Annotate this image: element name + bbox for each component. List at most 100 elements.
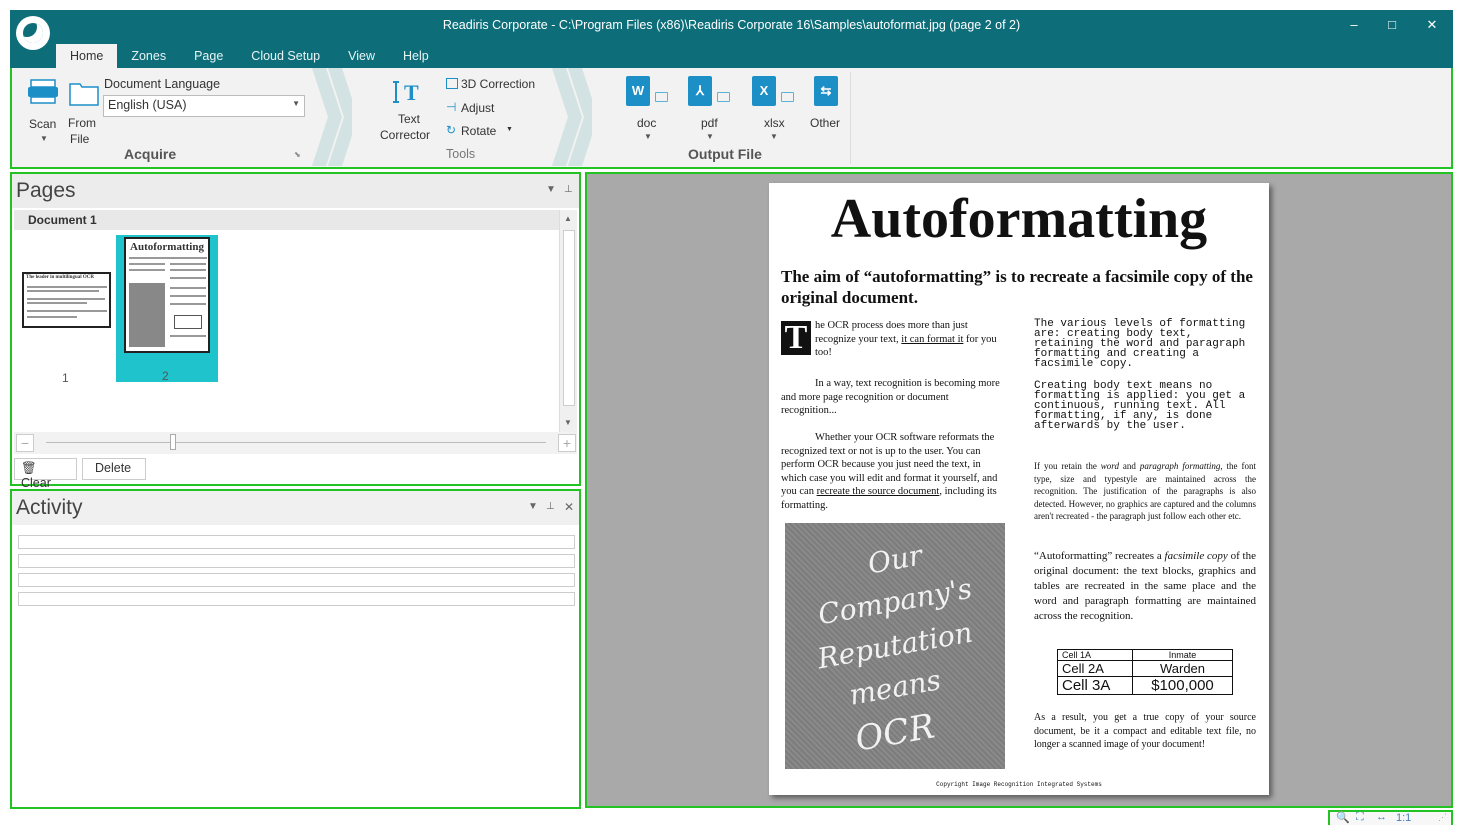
tab-home[interactable]: Home <box>56 44 118 68</box>
xlsx-dropdown-icon: ▼ <box>770 132 778 141</box>
activity-panel-header: Activity ▼ ⊥ ✕ <box>12 491 579 525</box>
thumbnail-title: The leader in multilingual OCR <box>26 275 94 280</box>
activity-row <box>18 573 575 587</box>
close-button[interactable]: ✕ <box>1418 14 1446 36</box>
zoom-out-button[interactable]: − <box>16 434 34 452</box>
activity-panel-title: Activity <box>16 496 83 519</box>
document-page[interactable]: Autoformatting The aim of “autoformattin… <box>769 183 1269 795</box>
thumbnail-photo <box>129 283 165 347</box>
maximize-button[interactable]: □ <box>1378 14 1406 36</box>
thumbnail-text-line <box>170 287 206 289</box>
column-2-para-4: “Autoformatting” recreates a facsimile c… <box>1034 549 1256 624</box>
pin-icon[interactable]: ⊥ <box>564 184 573 195</box>
minimize-button[interactable]: ‒ <box>1340 14 1368 36</box>
activity-panel: Activity ▼ ⊥ ✕ <box>10 489 581 809</box>
panel-menu-icon[interactable]: ▼ <box>546 184 556 195</box>
page-thumbnail-2-selected[interactable]: Autoformatting 2 <box>116 235 218 383</box>
column-2-para-3: If you retain the word and paragraph for… <box>1034 460 1256 523</box>
folder-icon <box>655 92 668 102</box>
scan-button[interactable]: Scan ▼ <box>24 74 62 144</box>
scroll-up-icon[interactable]: ▲ <box>564 214 572 223</box>
thumbnail-text-line <box>27 316 77 318</box>
trash-icon: 🗑 <box>21 461 37 475</box>
document-group-row[interactable]: Document 1 <box>14 210 559 230</box>
column-2-para-5: As a result, you get a true copy of your… <box>1034 712 1256 750</box>
3d-correction-button[interactable]: 3D Correction <box>444 76 554 94</box>
tab-zones[interactable]: Zones <box>117 44 180 68</box>
pin-icon[interactable]: ⊥ <box>546 501 555 512</box>
text-corrector-button[interactable]: T Text Corrector <box>380 76 440 144</box>
language-select[interactable]: English (USA) ▼ <box>103 95 305 117</box>
scanner-icon <box>28 79 58 104</box>
text-corrector-icon: T <box>393 80 419 105</box>
pages-panel-header: Pages ▼ ⊥ <box>12 174 579 208</box>
copyright-line: Copyright Image Recognition Integrated S… <box>936 781 1102 788</box>
para-text: If you retain the <box>1034 461 1101 471</box>
panel-menu-icon[interactable]: ▼ <box>528 501 538 512</box>
para-link: it can format it <box>901 333 964 345</box>
thumbnail-text-line <box>129 257 207 259</box>
thumbnail-size-slider: − + <box>14 432 577 454</box>
thumbnail-text-line <box>129 269 165 271</box>
delete-button[interactable]: Delete <box>82 458 146 480</box>
adjust-button[interactable]: ⊣ Adjust <box>444 100 524 118</box>
column-2-para-2: Creating body text means no formatting i… <box>1034 380 1246 432</box>
thumbnail-text-line <box>27 310 107 312</box>
ribbon: Scan ▼ From File Document Language Engli… <box>10 68 1453 169</box>
tools-group-label: Tools <box>446 147 476 161</box>
rotate-button[interactable]: ↻ Rotate ▼ <box>444 123 524 141</box>
thumbnail-text-line <box>27 302 87 304</box>
pages-scrollbar[interactable]: ▲ ▼ <box>559 210 577 432</box>
dialog-launcher-icon[interactable]: ⬊ <box>294 150 301 159</box>
tab-page[interactable]: Page <box>180 44 237 68</box>
language-value: English (USA) <box>108 98 187 112</box>
scan-label: Scan <box>29 117 57 131</box>
document-table: Cell 1A Inmate Cell 2A Warden Cell 3A $1… <box>1057 649 1233 695</box>
zoom-ratio[interactable]: 1:1 <box>1396 812 1411 824</box>
slider-track[interactable] <box>46 442 546 443</box>
pdf-dropdown-icon: ▼ <box>706 132 714 141</box>
chevron-divider-1 <box>312 68 352 166</box>
ribbon-separator <box>850 72 851 164</box>
clear-button[interactable]: 🗑 Clear <box>14 458 77 490</box>
tab-view[interactable]: View <box>334 44 389 68</box>
tab-cloud-setup[interactable]: Cloud Setup <box>237 44 334 68</box>
thumbnail-title: Autoformatting <box>130 241 204 253</box>
from-file-button[interactable]: From File <box>66 74 102 146</box>
other-button[interactable]: ⇆ Other <box>806 74 850 142</box>
page-number-1: 1 <box>62 371 69 385</box>
column-1-para-2: In a way, text recognition is becoming m… <box>781 378 1000 416</box>
doc-dropdown-icon: ▼ <box>644 132 652 141</box>
pdf-button[interactable]: ⅄ pdf ▼ <box>684 74 736 142</box>
tab-help[interactable]: Help <box>389 44 443 68</box>
zoom-icon[interactable]: 🔍 <box>1336 811 1350 824</box>
thumbnail-table <box>174 315 202 329</box>
scroll-down-icon[interactable]: ▼ <box>564 418 572 427</box>
thumbnail-text-line <box>170 295 206 297</box>
para-emphasis: facsimile copy <box>1164 550 1228 562</box>
text-corrector-label-2: Corrector <box>380 128 431 142</box>
scan-dropdown-icon: ▼ <box>40 134 48 143</box>
svg-text:T: T <box>404 80 419 105</box>
xlsx-button[interactable]: X xlsx ▼ <box>748 74 800 142</box>
close-icon[interactable]: ✕ <box>564 500 574 514</box>
slider-handle[interactable] <box>170 434 176 450</box>
chevron-down-icon: ▼ <box>292 99 300 108</box>
column-1-para-1: The OCR process does more than just reco… <box>781 319 1001 360</box>
para-text: and <box>1118 461 1140 471</box>
resize-grip-icon[interactable]: ⋰ <box>1438 812 1447 823</box>
language-label: Document Language <box>104 77 221 91</box>
zoom-in-button[interactable]: + <box>558 434 576 452</box>
document-view[interactable]: Autoformatting The aim of “autoformattin… <box>585 172 1453 808</box>
fit-width-icon[interactable]: ↔ <box>1376 811 1387 823</box>
xlsx-label: xlsx <box>764 116 785 130</box>
para-emphasis: word <box>1100 461 1119 471</box>
word-doc-icon: W <box>626 76 650 106</box>
window-title: Readiris Corporate - C:\Program Files (x… <box>442 18 1021 32</box>
scrollbar-thumb[interactable] <box>563 230 575 406</box>
page-thumbnail-1[interactable]: The leader in multilingual OCR <box>22 272 111 328</box>
activity-row <box>18 554 575 568</box>
fit-page-icon[interactable]: ⛶ <box>1356 811 1364 824</box>
doc-button[interactable]: W doc ▼ <box>622 74 674 142</box>
table-cell: Cell 3A <box>1057 676 1133 695</box>
